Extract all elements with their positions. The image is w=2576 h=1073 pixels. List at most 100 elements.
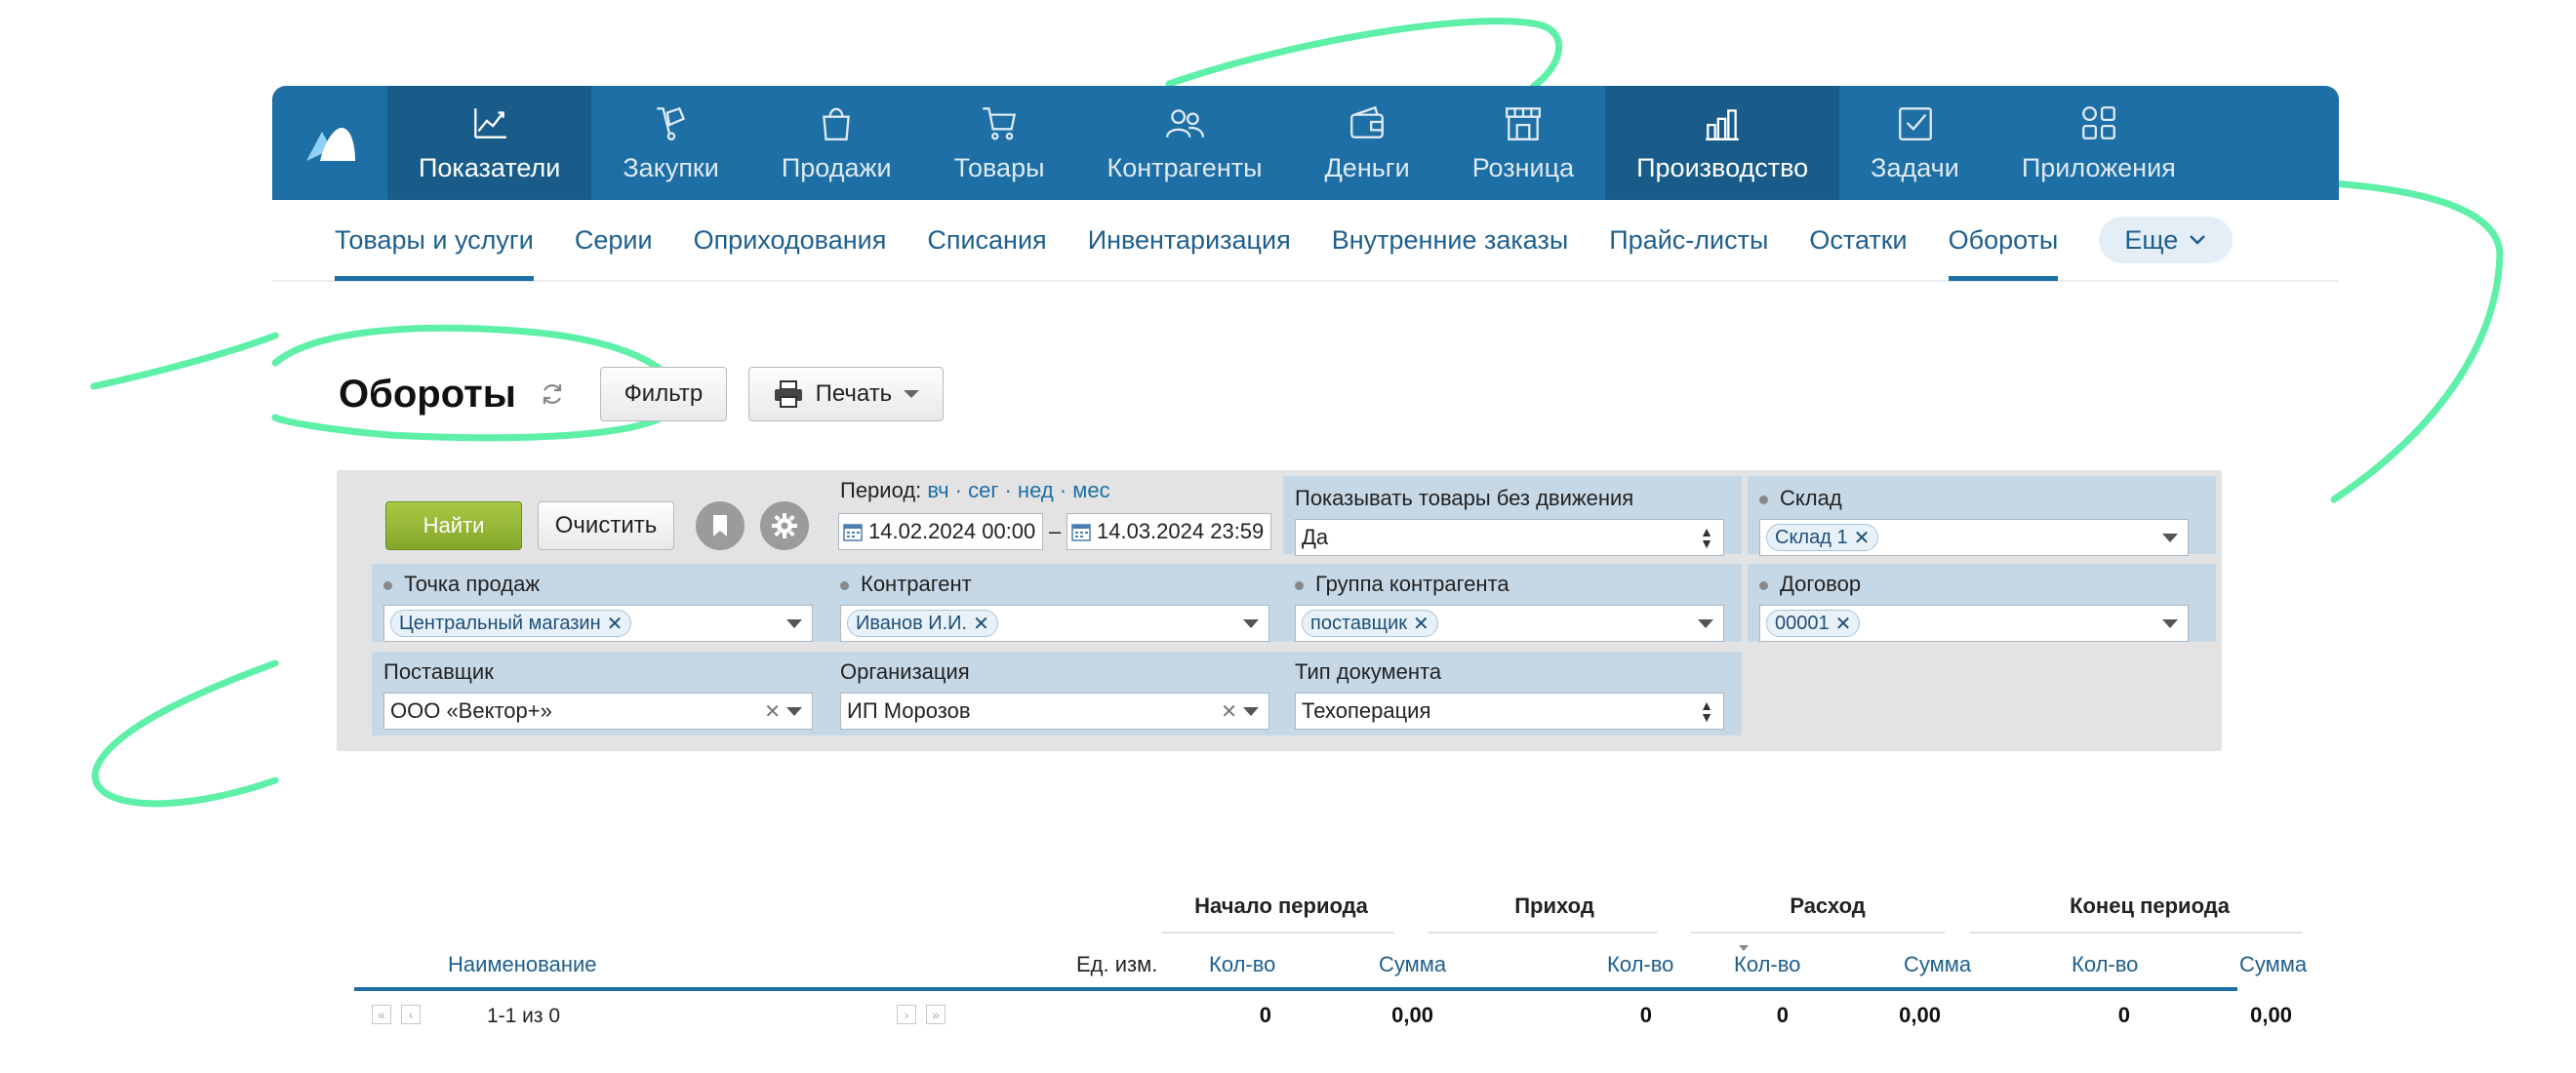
nav-item-money[interactable]: Деньги bbox=[1294, 86, 1441, 200]
counterparty-field[interactable]: Иванов И.И. ✕ bbox=[840, 605, 1269, 642]
nav-item-counterparties[interactable]: Контрагенты bbox=[1076, 86, 1294, 200]
dropdown-arrow-icon[interactable] bbox=[1698, 619, 1713, 628]
filter-button[interactable]: Фильтр bbox=[599, 367, 727, 421]
remove-chip-icon[interactable]: ✕ bbox=[1413, 612, 1429, 636]
clear-field-icon[interactable]: ✕ bbox=[1221, 699, 1237, 724]
nav-item-indicators[interactable]: Показатели bbox=[387, 86, 592, 200]
supplier-field[interactable]: ООО «Вектор+» ✕ bbox=[383, 693, 813, 730]
tab-series[interactable]: Серии bbox=[575, 199, 653, 281]
col-income-qty[interactable]: Кол-во bbox=[1607, 952, 1673, 977]
total-start-qty: 0 bbox=[1259, 1003, 1271, 1027]
nav-item-purchases[interactable]: Закупки bbox=[591, 86, 749, 200]
total-expense-qty: 0 bbox=[1776, 1003, 1789, 1027]
tab-turnover[interactable]: Обороты bbox=[1948, 199, 2058, 281]
gear-icon bbox=[772, 513, 797, 538]
dropdown-arrow-icon[interactable] bbox=[786, 707, 802, 716]
counterparty-group-label-row: Группа контрагента bbox=[1295, 572, 1509, 597]
clear-button[interactable]: Очистить bbox=[538, 501, 674, 550]
print-button[interactable]: Печать bbox=[747, 367, 944, 421]
show-no-movement-value: Да bbox=[1302, 525, 1329, 549]
nav-item-tasks[interactable]: Задачи bbox=[1839, 86, 1991, 200]
tab-internal-orders[interactable]: Внутренние заказы bbox=[1332, 199, 1569, 281]
total-start-sum: 0,00 bbox=[1391, 1003, 1433, 1027]
nav-item-production[interactable]: Производство bbox=[1605, 86, 1840, 200]
nav-item-label: Деньги bbox=[1324, 153, 1410, 182]
period-quick-links[interactable]: вч · сег · нед · мес bbox=[927, 478, 1109, 502]
counterparty-chip[interactable]: Иванов И.И. ✕ bbox=[847, 610, 998, 637]
show-no-movement-select[interactable]: Да ▲ ▼ bbox=[1295, 519, 1724, 556]
remove-chip-icon[interactable]: ✕ bbox=[973, 612, 989, 636]
more-button[interactable]: Еще bbox=[2099, 217, 2234, 263]
point-of-sale-chip-label: Центральный магазин bbox=[399, 612, 601, 634]
factory-icon bbox=[1706, 109, 1739, 140]
refresh-icon[interactable] bbox=[538, 379, 567, 409]
tab-receipts[interactable]: Оприходования bbox=[694, 199, 887, 281]
dropdown-arrow-icon[interactable] bbox=[2162, 619, 2178, 628]
clear-field-icon[interactable]: ✕ bbox=[764, 699, 781, 724]
col-expense-qty[interactable]: Кол-во bbox=[1734, 952, 1800, 977]
contract-field[interactable]: 00001 ✕ bbox=[1759, 605, 2189, 642]
swirl-top bbox=[1165, 18, 1563, 90]
warehouse-field[interactable]: Склад 1 ✕ bbox=[1759, 519, 2189, 556]
col-start-qty[interactable]: Кол-во bbox=[1209, 952, 1275, 977]
nav-item-apps[interactable]: Приложения bbox=[1991, 86, 2207, 200]
cell-contract: Договор 00001 ✕ bbox=[1748, 564, 2216, 642]
settings-button[interactable] bbox=[760, 501, 809, 550]
users-icon bbox=[1165, 109, 1205, 138]
date-from-value: 14.02.2024 00:00 bbox=[868, 519, 1036, 543]
organization-field[interactable]: ИП Морозов ✕ bbox=[840, 693, 1269, 730]
total-income-qty: 0 bbox=[1639, 1003, 1652, 1027]
nav-item-products[interactable]: Товары bbox=[923, 86, 1076, 200]
group-income: Приход bbox=[1514, 894, 1594, 918]
remove-chip-icon[interactable]: ✕ bbox=[607, 612, 624, 636]
nav-item-label: Показатели bbox=[419, 153, 561, 182]
tab-stock[interactable]: Остатки bbox=[1809, 199, 1907, 281]
date-from-field[interactable]: 14.02.2024 00:00 bbox=[838, 513, 1043, 550]
counterparty-chip-label: Иванов И.И. bbox=[856, 612, 968, 634]
date-to-field[interactable]: 14.03.2024 23:59 bbox=[1067, 513, 1271, 550]
nav-item-sales[interactable]: Продажи bbox=[750, 86, 923, 200]
doc-type-value: Техоперация bbox=[1302, 698, 1431, 723]
brand-logo[interactable] bbox=[272, 86, 387, 200]
dropdown-arrow-icon[interactable] bbox=[786, 619, 802, 628]
pager-first-button[interactable]: « bbox=[372, 1005, 391, 1024]
print-button-label: Печать bbox=[815, 380, 893, 407]
col-expense-sum[interactable]: Сумма bbox=[1904, 952, 1971, 977]
tab-goods-services[interactable]: Товары и услуги bbox=[335, 199, 534, 281]
tab-price-lists[interactable]: Прайс-листы bbox=[1609, 199, 1768, 281]
pager-last-button[interactable]: » bbox=[926, 1005, 946, 1024]
col-name[interactable]: Наименование bbox=[448, 952, 597, 977]
col-end-sum[interactable]: Сумма bbox=[2239, 952, 2307, 977]
warehouse-chip[interactable]: Склад 1 ✕ bbox=[1766, 524, 1879, 551]
dropdown-arrow-icon[interactable] bbox=[2162, 534, 2178, 542]
warehouse-chip-label: Склад 1 bbox=[1775, 526, 1848, 548]
tab-inventory[interactable]: Инвентаризация bbox=[1088, 199, 1291, 281]
pager-next-button[interactable]: › bbox=[897, 1005, 916, 1024]
counterparty-label: Контрагент bbox=[861, 572, 972, 596]
remove-chip-icon[interactable]: ✕ bbox=[1835, 612, 1852, 636]
pager-prev-button[interactable]: ‹ bbox=[401, 1005, 421, 1024]
hand-truck-icon bbox=[656, 106, 685, 140]
page-title: Обороты bbox=[339, 372, 516, 416]
cell-counterparty-group: Группа контрагента поставщик ✕ bbox=[1283, 564, 1742, 642]
filter-panel: Найти Очистить Период: вч · сег · нед · … bbox=[337, 470, 2222, 751]
remove-chip-icon[interactable]: ✕ bbox=[1854, 526, 1871, 550]
total-end-qty: 0 bbox=[2117, 1003, 2130, 1027]
dropdown-arrow-icon[interactable] bbox=[1243, 619, 1259, 628]
counterparty-group-chip[interactable]: поставщик ✕ bbox=[1302, 610, 1438, 637]
counterparty-group-field[interactable]: поставщик ✕ bbox=[1295, 605, 1724, 642]
organization-value: ИП Морозов bbox=[847, 698, 971, 723]
doc-type-select[interactable]: Техоперация ▲ ▼ bbox=[1295, 693, 1724, 730]
group-divider bbox=[1970, 932, 2302, 934]
point-of-sale-chip[interactable]: Центральный магазин ✕ bbox=[390, 610, 632, 637]
point-of-sale-field[interactable]: Центральный магазин ✕ bbox=[383, 605, 813, 642]
find-button[interactable]: Найти bbox=[385, 501, 522, 550]
nav-item-retail[interactable]: Розница bbox=[1441, 86, 1605, 200]
bookmark-button[interactable] bbox=[696, 501, 745, 550]
col-end-qty[interactable]: Кол-во bbox=[2072, 952, 2138, 977]
dropdown-arrow-icon[interactable] bbox=[1243, 707, 1259, 716]
counterparty-label-row: Контрагент bbox=[840, 572, 972, 597]
col-start-sum[interactable]: Сумма bbox=[1379, 952, 1446, 977]
tab-write-offs[interactable]: Списания bbox=[927, 199, 1046, 281]
contract-chip[interactable]: 00001 ✕ bbox=[1766, 610, 1861, 637]
